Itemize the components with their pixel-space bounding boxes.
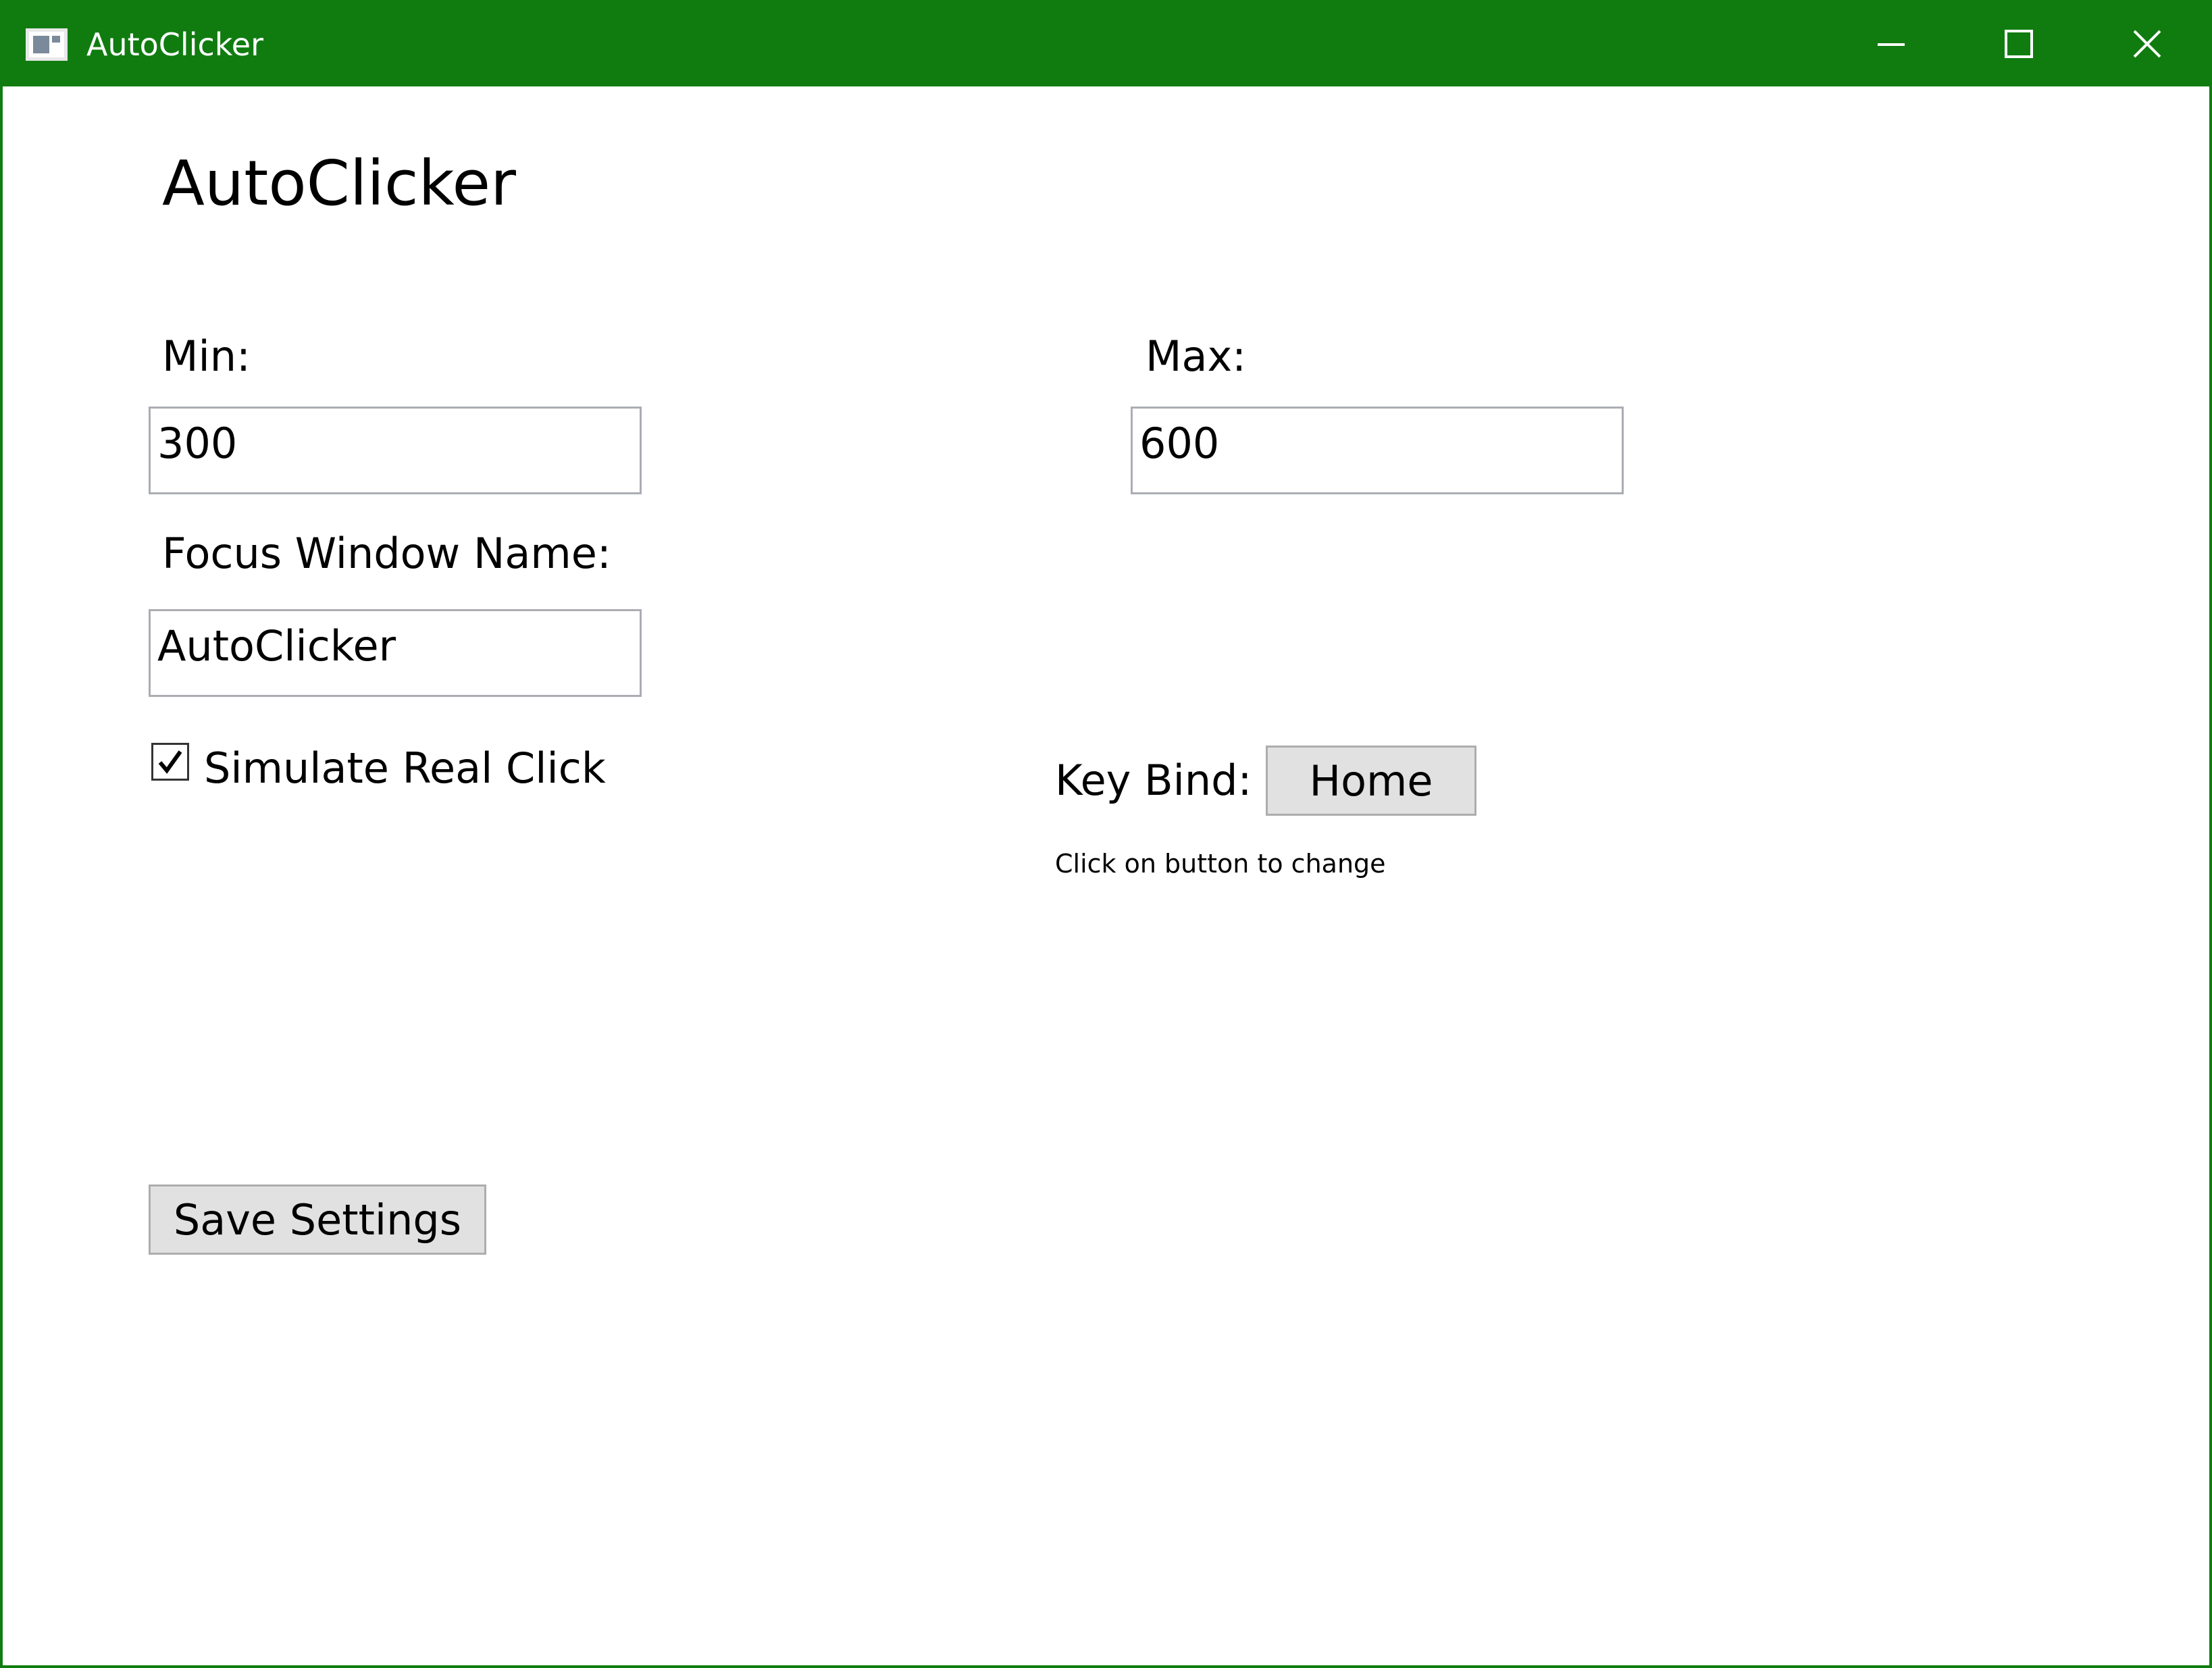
key-bind-hint: Click on button to change xyxy=(1055,849,1386,879)
page-title: AutoClicker xyxy=(162,147,516,219)
focus-window-label: Focus Window Name: xyxy=(162,529,611,578)
max-input[interactable]: 600 xyxy=(1131,407,1624,494)
max-label: Max: xyxy=(1146,332,1247,381)
title-bar[interactable]: AutoClicker xyxy=(3,3,2209,86)
app-icon-pane-small xyxy=(52,36,60,43)
key-bind-label: Key Bind: xyxy=(1055,756,1252,805)
close-button[interactable] xyxy=(2083,3,2211,86)
focus-window-input[interactable]: AutoClicker xyxy=(149,609,642,697)
save-settings-button[interactable]: Save Settings xyxy=(149,1184,486,1255)
minimize-icon xyxy=(1878,43,1905,46)
maximize-button[interactable] xyxy=(1955,3,2083,86)
key-bind-button[interactable]: Home xyxy=(1266,746,1476,816)
app-icon-pane xyxy=(33,36,49,53)
window-title: AutoClicker xyxy=(86,26,263,63)
simulate-click-checkbox[interactable] xyxy=(151,743,189,781)
min-input[interactable]: 300 xyxy=(149,407,642,494)
close-icon xyxy=(2133,30,2161,58)
minimize-button[interactable] xyxy=(1826,3,1955,86)
maximize-icon xyxy=(2005,30,2033,58)
window-app-icon[interactable] xyxy=(26,28,68,61)
checkmark-icon xyxy=(158,750,182,774)
app-window: AutoClicker AutoClicker Min: 300 Max: 60… xyxy=(0,0,2212,1668)
min-label: Min: xyxy=(162,332,251,381)
simulate-click-label[interactable]: Simulate Real Click xyxy=(204,741,606,796)
